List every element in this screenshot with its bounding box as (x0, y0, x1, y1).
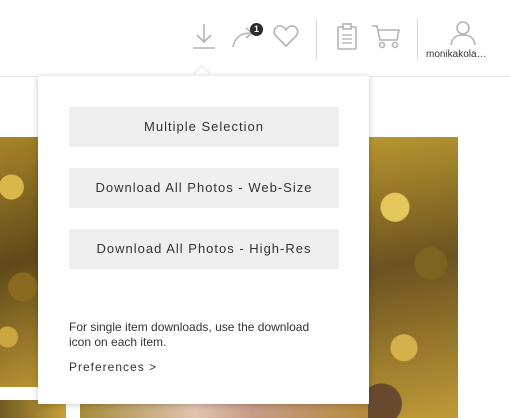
cart-icon[interactable] (371, 24, 401, 50)
download-web-size-button[interactable]: Download All Photos - Web-Size (69, 168, 339, 208)
gallery-photo[interactable] (368, 137, 458, 418)
user-icon[interactable] (450, 20, 476, 46)
gallery-photo[interactable] (0, 137, 38, 387)
top-toolbar: 1 monikakola… (0, 0, 510, 77)
toolbar-divider (316, 19, 317, 59)
gallery-photo[interactable] (80, 404, 368, 418)
toolbar-divider (417, 19, 418, 59)
multiple-selection-button[interactable]: Multiple Selection (69, 107, 339, 147)
caret-joint (190, 77, 214, 87)
download-high-res-button[interactable]: Download All Photos - High-Res (69, 229, 339, 269)
download-help-text: For single item downloads, use the downl… (69, 320, 310, 349)
share-count-badge: 1 (250, 23, 263, 36)
preferences-link[interactable]: Preferences > (69, 360, 157, 374)
heart-icon[interactable] (273, 24, 299, 48)
clipboard-icon[interactable] (336, 23, 358, 51)
username-label[interactable]: monikakola… (426, 49, 502, 60)
download-icon[interactable] (192, 22, 216, 52)
download-dropdown: Multiple Selection Download All Photos -… (38, 76, 369, 404)
